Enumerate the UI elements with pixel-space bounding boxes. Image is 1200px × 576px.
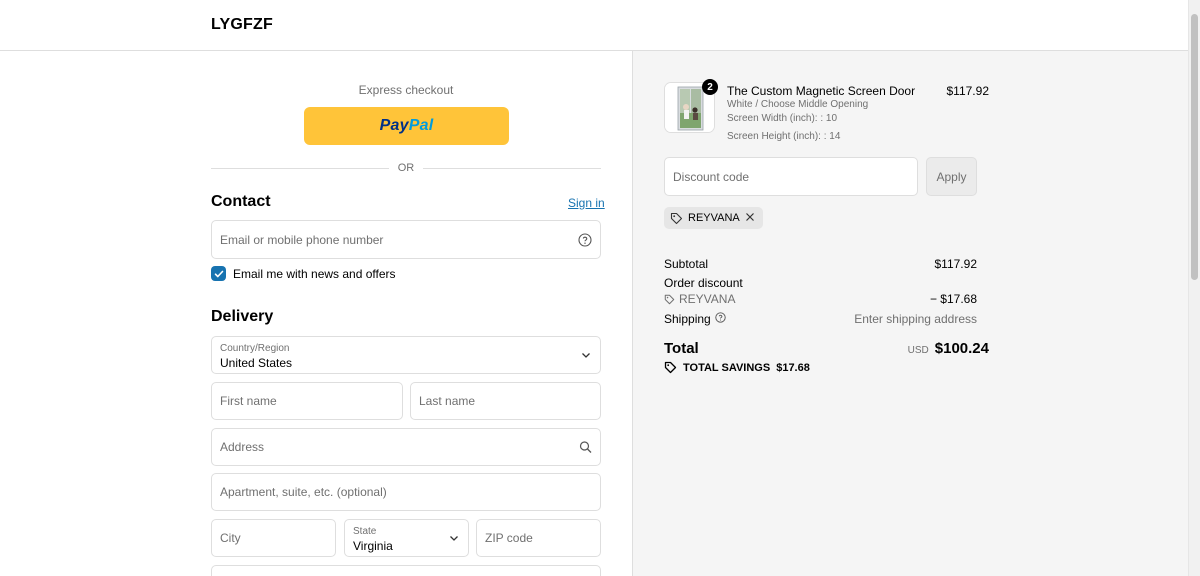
next-field[interactable]	[211, 565, 601, 576]
email-placeholder: Email or mobile phone number	[220, 232, 384, 247]
first-name-placeholder: First name	[220, 394, 277, 408]
check-icon	[214, 270, 223, 277]
chevron-down-icon	[580, 349, 592, 361]
savings-value: $17.68	[776, 361, 810, 374]
discount-code-field[interactable]: Discount code	[664, 157, 918, 196]
country-value: United States	[220, 356, 293, 370]
product-variant: White / Choose Middle Opening	[727, 99, 869, 110]
address-placeholder: Address	[220, 440, 265, 454]
product-title: The Custom Magnetic Screen Door	[727, 84, 916, 98]
paypal-button[interactable]: Pay Pal	[304, 107, 509, 145]
total-value: $100.24	[934, 340, 989, 357]
state-value: Virginia	[353, 539, 393, 553]
tag-icon	[670, 212, 683, 224]
newsletter-label: Email me with news and offers	[233, 266, 396, 281]
contact-title: Contact	[211, 193, 271, 210]
savings-label: TOTAL SAVINGS	[683, 361, 771, 374]
paypal-logo-part1: Pay	[379, 117, 409, 134]
search-icon	[579, 441, 592, 454]
shipping-label: Shipping	[664, 312, 711, 326]
scrollbar-thumb[interactable]	[1191, 14, 1198, 280]
delivery-title: Delivery	[211, 308, 274, 325]
order-discount-label: Order discount	[664, 276, 743, 290]
tag-icon	[664, 294, 675, 304]
discount-placeholder: Discount code	[673, 169, 750, 184]
scrollbar[interactable]	[1188, 0, 1200, 576]
total-savings: TOTAL SAVINGS $17.68	[664, 361, 810, 374]
state-select[interactable]: State Virginia	[344, 519, 469, 557]
last-name-field[interactable]: Last name	[410, 382, 601, 420]
shipping-value: Enter shipping address	[854, 312, 977, 326]
apply-button[interactable]: Apply	[926, 157, 977, 196]
state-label: State	[353, 526, 377, 537]
apartment-placeholder: Apartment, suite, etc. (optional)	[220, 485, 387, 499]
subtotal-label: Subtotal	[664, 257, 709, 271]
sign-in-link[interactable]: Sign in	[568, 196, 605, 210]
newsletter-checkbox-row[interactable]: Email me with news and offers	[211, 266, 396, 281]
shipping-row: Shipping Enter shipping address	[664, 312, 977, 326]
help-icon[interactable]	[578, 232, 592, 247]
brand-logo[interactable]: LYGFZF	[211, 16, 273, 34]
city-field[interactable]: City	[211, 519, 336, 557]
discount-value: − $17.68	[929, 292, 977, 306]
discount-code-name: REYVANA	[679, 292, 736, 306]
divider-line	[423, 168, 601, 169]
last-name-placeholder: Last name	[419, 394, 476, 408]
zip-placeholder: ZIP code	[485, 531, 533, 545]
express-checkout-label: Express checkout	[358, 83, 454, 97]
tag-icon	[664, 361, 677, 374]
remove-discount-icon[interactable]	[745, 212, 755, 225]
quantity-badge: 2	[702, 79, 718, 95]
chevron-down-icon	[448, 532, 460, 544]
product-height: Screen Height (inch): : 14	[727, 131, 841, 142]
country-label: Country/Region	[220, 343, 290, 354]
currency-code: USD	[907, 345, 929, 356]
or-divider: OR	[211, 161, 601, 175]
applied-discount-chip: REYVANA	[664, 207, 763, 229]
product-price: $117.92	[946, 84, 990, 98]
apartment-field[interactable]: Apartment, suite, etc. (optional)	[211, 473, 601, 511]
discount-code-row: REYVANA − $17.68	[664, 292, 977, 306]
shipping-help-icon[interactable]	[715, 312, 726, 326]
city-placeholder: City	[220, 531, 241, 545]
total-amount: USD $100.24	[908, 340, 989, 357]
header: LYGFZF	[0, 0, 1188, 51]
subtotal-value: $117.92	[934, 257, 978, 271]
zip-field[interactable]: ZIP code	[476, 519, 601, 557]
address-field[interactable]: Address	[211, 428, 601, 466]
order-discount-row: Order discount	[664, 276, 977, 290]
discount-code-info: REYVANA	[664, 292, 735, 306]
total-label: Total	[664, 340, 699, 357]
email-field[interactable]: Email or mobile phone number	[211, 220, 601, 259]
subtotal-row: Subtotal $117.92	[664, 257, 977, 271]
newsletter-checkbox[interactable]	[211, 266, 226, 281]
paypal-logo-part2: Pal	[408, 117, 434, 134]
applied-code-label: REYVANA	[688, 212, 740, 224]
first-name-field[interactable]: First name	[211, 382, 403, 420]
product-width: Screen Width (inch): : 10	[727, 113, 838, 124]
country-select[interactable]: Country/Region United States	[211, 336, 601, 374]
shipping-label-group: Shipping	[664, 312, 726, 326]
